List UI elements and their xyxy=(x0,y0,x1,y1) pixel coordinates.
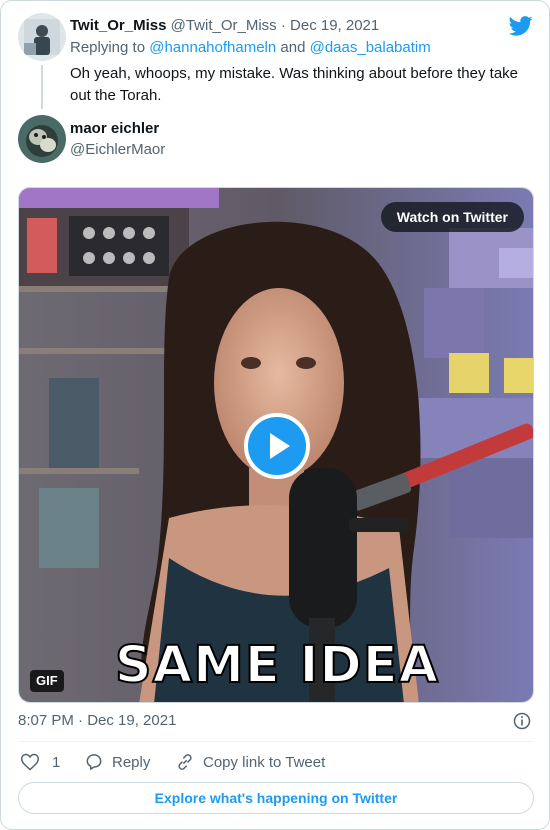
gif-media[interactable]: Watch on Twitter SAME IDEA GIF xyxy=(18,187,534,703)
gif-caption-text: SAME IDEA xyxy=(114,635,440,696)
mention-daas-balabatim[interactable]: @daas_balabatim xyxy=(310,39,431,56)
main-handle[interactable]: @EichlerMaor xyxy=(70,141,165,158)
watch-on-twitter-button[interactable]: Watch on Twitter xyxy=(380,202,524,232)
copy-link-label: Copy link to Tweet xyxy=(203,753,326,771)
heart-icon xyxy=(20,753,40,771)
link-icon xyxy=(178,754,192,770)
copy-link-button[interactable]: Copy link to Tweet xyxy=(175,752,325,772)
parent-date[interactable]: Dec 19, 2021 xyxy=(290,17,379,34)
actions-divider xyxy=(18,741,534,742)
gif-badge: GIF xyxy=(30,670,64,692)
parent-handle[interactable]: @Twit_Or_Miss xyxy=(171,17,277,34)
like-count: 1 xyxy=(52,753,61,771)
thread-connector-line xyxy=(41,65,43,109)
reply-button[interactable]: Reply xyxy=(84,752,150,772)
header-separator: · xyxy=(280,17,286,34)
mention-hannahofhameln[interactable]: @hannahofhameln xyxy=(149,39,276,56)
replying-to-prefix: Replying to xyxy=(70,39,146,56)
parent-tweet-text: Oh yeah, whoops, my mistake. Was thinkin… xyxy=(70,65,519,104)
tweet-timestamp[interactable]: 8:07 PM · Dec 19, 2021 xyxy=(18,712,176,729)
play-button[interactable] xyxy=(244,413,310,479)
main-display-name[interactable]: maor eichler xyxy=(70,120,159,137)
replying-to-line: Replying to @hannahofhameln and @daas_ba… xyxy=(70,39,431,56)
twitter-bird-icon[interactable] xyxy=(508,15,533,37)
replying-to-and: and xyxy=(280,39,306,56)
explore-twitter-button[interactable]: Explore what's happening on Twitter xyxy=(18,782,534,814)
avatar-twit-or-miss[interactable] xyxy=(18,13,66,61)
parent-tweet-header: Twit_Or_Miss @Twit_Or_Miss · Dec 19, 202… xyxy=(70,17,379,34)
like-button[interactable]: 1 xyxy=(20,752,60,772)
embedded-tweet-card: Twit_Or_Miss @Twit_Or_Miss · Dec 19, 202… xyxy=(0,0,550,830)
play-icon xyxy=(270,433,290,459)
parent-display-name[interactable]: Twit_Or_Miss xyxy=(70,17,166,34)
speech-bubble-icon xyxy=(86,754,102,770)
avatar-maor-eichler[interactable] xyxy=(18,115,66,163)
info-icon[interactable] xyxy=(513,712,531,730)
reply-label: Reply xyxy=(112,753,151,771)
